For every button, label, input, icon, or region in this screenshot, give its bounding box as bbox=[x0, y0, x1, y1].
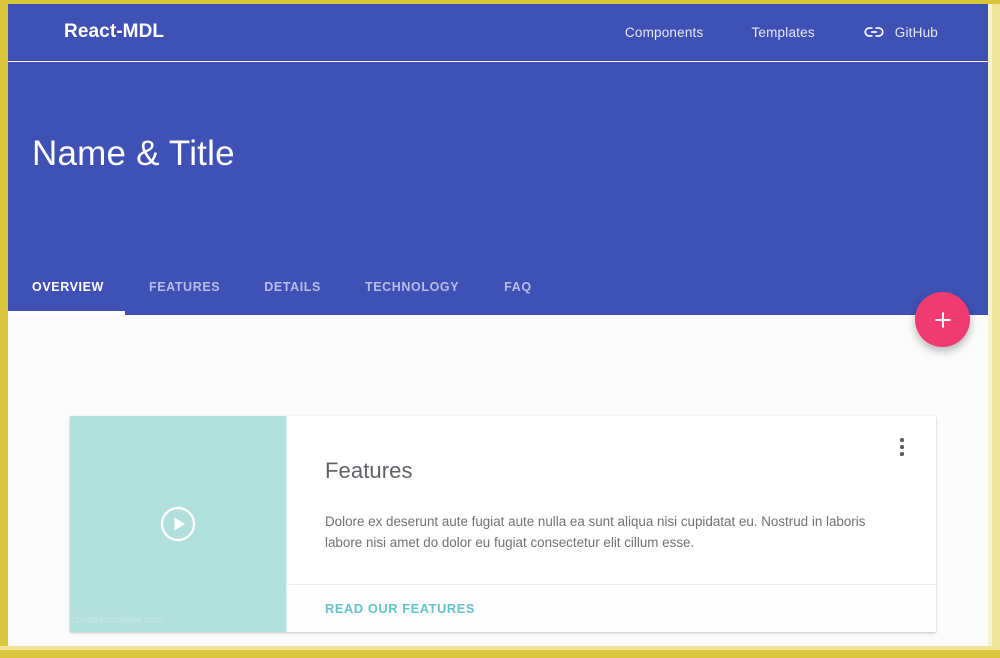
page-title: Name & Title bbox=[32, 134, 235, 173]
add-button-fab[interactable] bbox=[915, 292, 970, 347]
tab-details[interactable]: DETAILS bbox=[264, 280, 321, 294]
read-our-features-button[interactable]: READ OUR FEATURES bbox=[325, 601, 475, 616]
frame-border-bottom bbox=[0, 650, 1000, 658]
more-vert-icon[interactable] bbox=[890, 434, 914, 460]
nav-link-components[interactable]: Components bbox=[625, 25, 704, 40]
frame-border-left bbox=[0, 0, 8, 658]
frame-border-top bbox=[0, 0, 1000, 4]
card-action-bar: READ OUR FEATURES bbox=[287, 584, 936, 632]
brand-title: React-MDL bbox=[64, 21, 165, 42]
link-icon bbox=[863, 25, 885, 39]
app-canvas: React-MDL Components Templates GitHub Na… bbox=[8, 4, 992, 650]
nav-link-github-label: GitHub bbox=[894, 24, 938, 40]
card-media-panel: eritagechristiancollege.com bbox=[70, 416, 286, 632]
card-description: Dolore ex deserunt aute fugiat aute null… bbox=[325, 514, 866, 550]
nav-link-github[interactable]: GitHub bbox=[863, 25, 938, 40]
nav-link-templates[interactable]: Templates bbox=[751, 25, 814, 40]
nav-link-components-label: Components bbox=[624, 24, 704, 40]
frame-border-right bbox=[992, 0, 1000, 658]
media-watermark: eritagechristiancollege.com bbox=[70, 615, 164, 626]
menu-dot bbox=[900, 452, 904, 456]
tab-bar: OVERVIEW FEATURES DETAILS TECHNOLOGY FAQ bbox=[8, 259, 992, 315]
card-body: Features Dolore ex deserunt aute fugiat … bbox=[286, 416, 936, 632]
menu-dot bbox=[900, 438, 904, 442]
plus-icon bbox=[933, 310, 953, 330]
tab-faq[interactable]: FAQ bbox=[504, 280, 532, 294]
content-area: eritagechristiancollege.com Features Dol… bbox=[8, 315, 992, 650]
feature-card: eritagechristiancollege.com Features Dol… bbox=[70, 416, 936, 632]
tab-features[interactable]: FEATURES bbox=[149, 280, 220, 294]
card-title: Features bbox=[325, 458, 413, 483]
menu-dot bbox=[900, 445, 904, 449]
card-main: Features Dolore ex deserunt aute fugiat … bbox=[287, 416, 936, 584]
tab-technology[interactable]: TECHNOLOGY bbox=[365, 280, 459, 294]
top-navbar: React-MDL Components Templates GitHub bbox=[8, 4, 992, 61]
nav-link-templates-label: Templates bbox=[751, 24, 815, 40]
navbar-links: Components Templates GitHub bbox=[625, 25, 938, 40]
play-circle-icon[interactable] bbox=[160, 506, 196, 542]
page-root: React-MDL Components Templates GitHub Na… bbox=[0, 0, 1000, 658]
hero-header: Name & Title OVERVIEW FEATURES DETAILS T… bbox=[8, 62, 992, 315]
tab-overview[interactable]: OVERVIEW bbox=[32, 280, 104, 294]
